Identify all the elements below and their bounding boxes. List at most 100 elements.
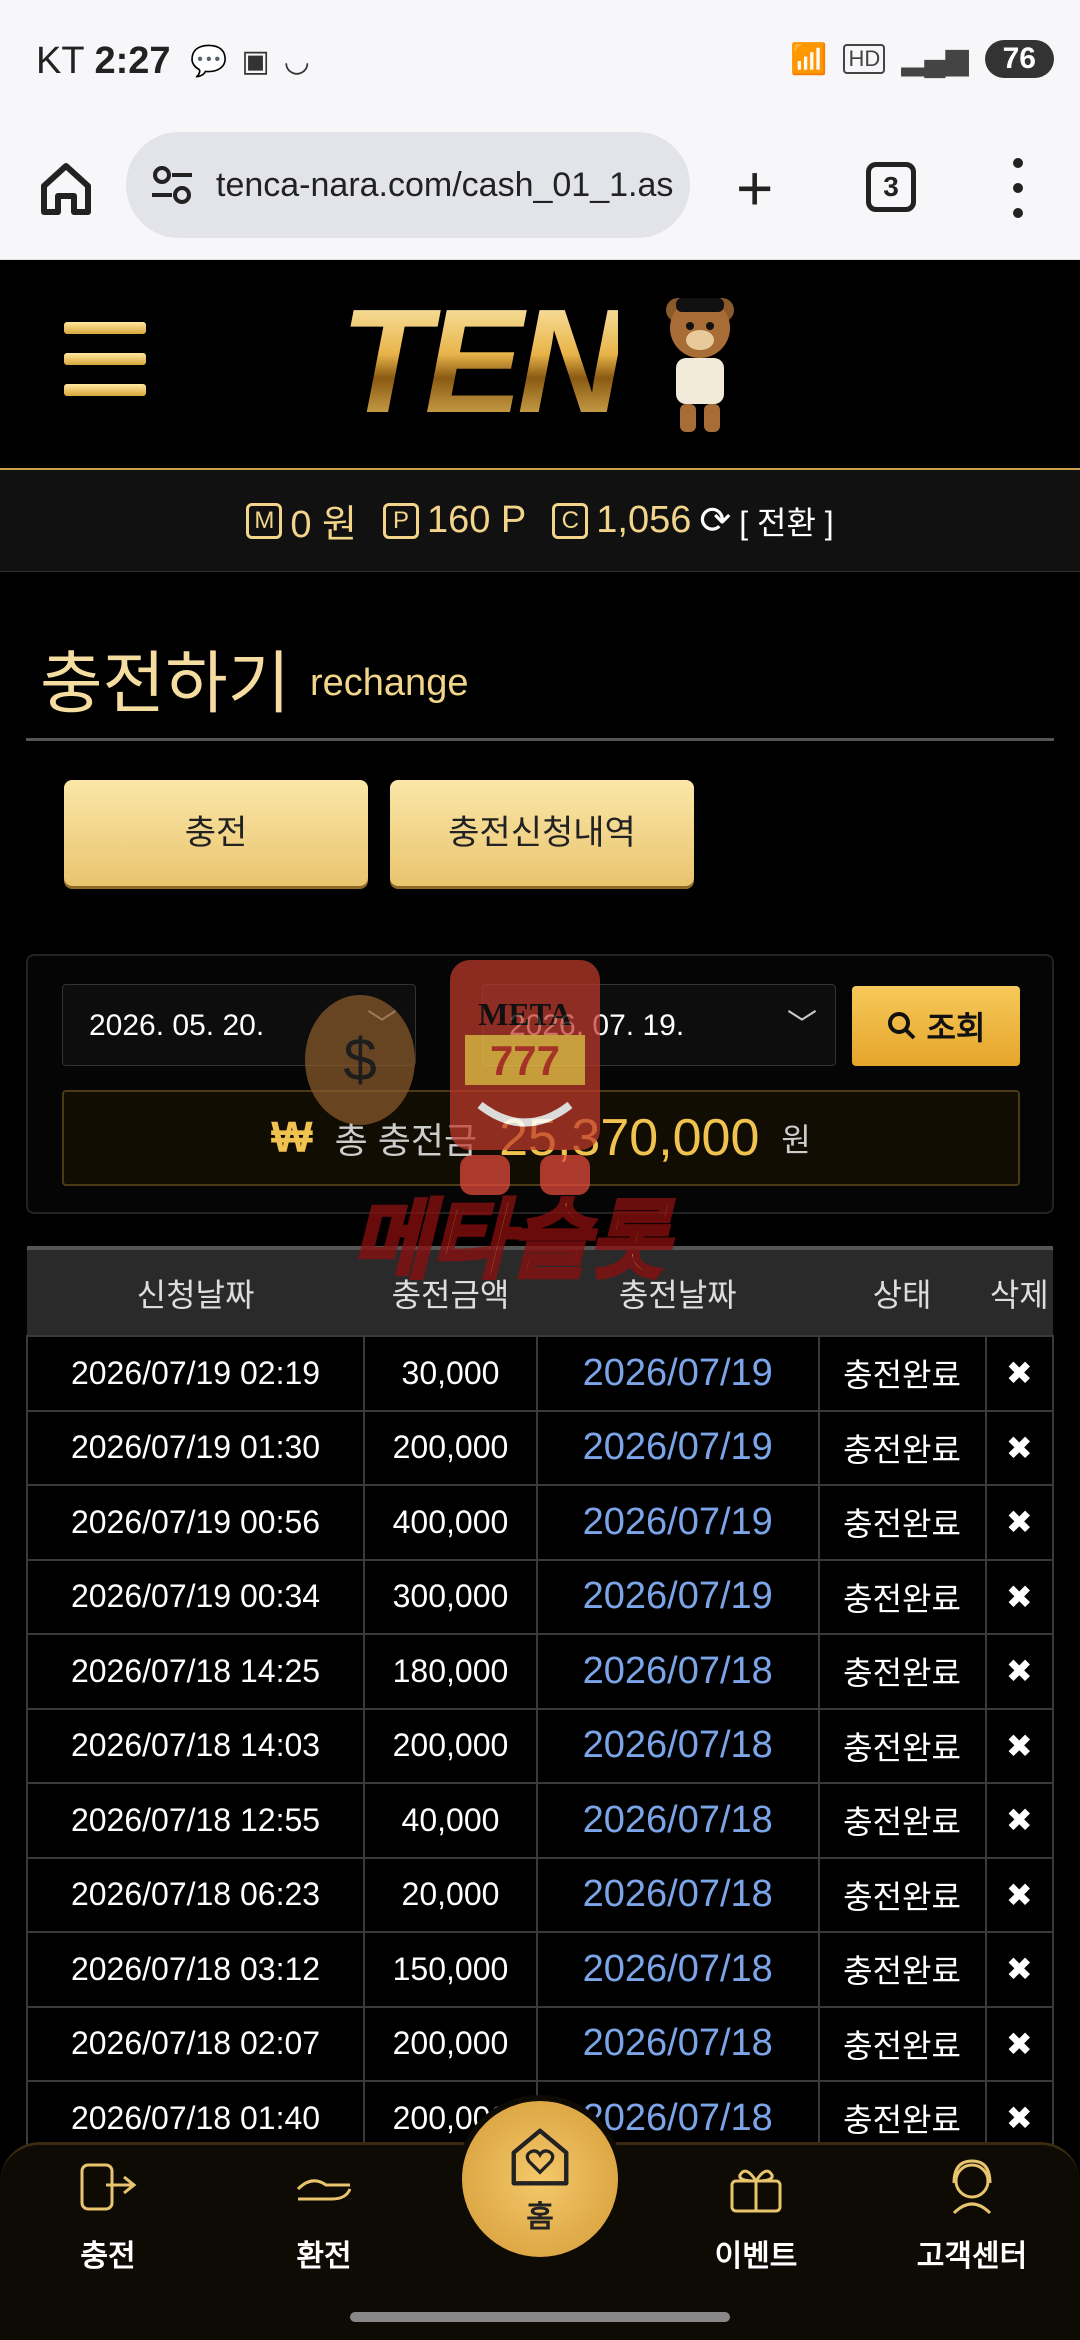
table-row: 2026/07/19 00:34 300,000 2026/07/19 충전완료 ✖ (25, 1558, 1055, 1635)
cell-amount: 180,000 (363, 1633, 538, 1710)
table-header-row: 신청날짜 충전금액 충전날짜 상태 삭제 (27, 1246, 1053, 1336)
new-tab-icon[interactable]: + (736, 156, 773, 220)
clock: 2:27 (94, 40, 171, 82)
chevron-down-icon: ﹀ (367, 1009, 397, 1042)
cell-charged-date[interactable]: 2026/07/18 (535, 1856, 820, 1933)
header-amount: 충전금액 (364, 1246, 537, 1336)
cell-charged-date[interactable]: 2026/07/18 (535, 1782, 820, 1859)
delete-icon[interactable]: ✖ (984, 1707, 1055, 1784)
cell-requested-date: 2026/07/18 06:23 (25, 1856, 366, 1933)
chevron-down-icon: ﹀ (787, 1009, 817, 1042)
site-header: TEN (0, 262, 1080, 468)
delete-icon[interactable]: ✖ (984, 1558, 1055, 1635)
cell-charged-date[interactable]: 2026/07/19 (535, 1484, 820, 1561)
cell-requested-date: 2026/07/19 00:56 (25, 1484, 366, 1561)
cell-amount: 40,000 (363, 1782, 538, 1859)
menu-icon[interactable] (64, 322, 146, 396)
date-to-value: 2026. 07. 19. (509, 1009, 685, 1042)
cell-amount: 300,000 (363, 1558, 538, 1635)
site-settings-icon[interactable] (150, 163, 194, 207)
cell-status: 충전완료 (817, 1335, 987, 1412)
status-carrier: KT 2:27 (36, 40, 171, 83)
won-icon: ₩ (271, 1113, 313, 1162)
nav-event-label: 이벤트 (714, 2240, 798, 2273)
cell-charged-date[interactable]: 2026/07/19 (535, 1409, 820, 1486)
cell-charged-date[interactable]: 2026/07/18 (535, 2005, 820, 2082)
more-menu-icon[interactable] (1008, 158, 1028, 218)
switch-button[interactable]: [ 전환 ] (739, 498, 833, 544)
table-row: 2026/07/18 06:23 20,000 2026/07/18 충전완료 ✖ (25, 1856, 1055, 1933)
table-row: 2026/07/19 00:56 400,000 2026/07/19 충전완료 ✖ (25, 1484, 1055, 1561)
nav-exchange-label: 환전 (296, 2240, 352, 2273)
bear-mascot-icon (666, 298, 734, 432)
nav-home-label: 홈 (526, 2201, 554, 2234)
cell-status: 충전완료 (817, 1856, 987, 1933)
delete-icon[interactable]: ✖ (984, 1484, 1055, 1561)
search-button[interactable]: 조회 (852, 986, 1020, 1066)
nav-exchange[interactable]: 환전 (244, 2155, 404, 2275)
cell-charged-date[interactable]: 2026/07/18 (535, 1633, 820, 1710)
cell-requested-date: 2026/07/18 12:55 (25, 1782, 366, 1859)
coin-balance: C 1,056 ⟳ [ 전환 ] (552, 498, 834, 544)
url-text[interactable]: tenca-nara.com/cash_01_1.as (216, 166, 686, 205)
cell-amount: 200,000 (363, 1707, 538, 1784)
table-row: 2026/07/18 03:12 150,000 2026/07/18 충전완료 ✖ (25, 1931, 1055, 2008)
point-balance: P 160 P (382, 499, 527, 542)
cell-amount: 20,000 (363, 1856, 538, 1933)
point-value: 160 P (426, 499, 527, 541)
delete-icon[interactable]: ✖ (984, 1335, 1055, 1412)
nav-home[interactable]: 홈 (456, 2095, 624, 2263)
delete-icon[interactable]: ✖ (984, 1931, 1055, 2008)
cell-status: 충전완료 (817, 1782, 987, 1859)
page-subtitle: rechange (310, 662, 469, 704)
nav-event[interactable]: 이벤트 (676, 2155, 836, 2275)
cell-requested-date: 2026/07/19 02:19 (25, 1335, 366, 1412)
cell-requested-date: 2026/07/18 02:07 (25, 2005, 366, 2082)
table-row: 2026/07/19 01:30 200,000 2026/07/19 충전완료 ✖ (25, 1409, 1055, 1486)
cell-charged-date[interactable]: 2026/07/18 (535, 1707, 820, 1784)
delete-icon[interactable]: ✖ (984, 1409, 1055, 1486)
cell-requested-date: 2026/07/18 14:03 (25, 1707, 366, 1784)
header-requested-date: 신청날짜 (27, 1246, 365, 1336)
title-divider (26, 738, 1054, 741)
app-icon: ◡ (283, 45, 310, 78)
header-status: 상태 (818, 1246, 986, 1336)
cell-amount: 200,000 (363, 2005, 538, 2082)
cell-amount: 150,000 (363, 1931, 538, 2008)
total-charge-summary: ₩ 총 충전금 25,370,000 원 (62, 1090, 1020, 1186)
cell-charged-date[interactable]: 2026/07/19 (535, 1558, 820, 1635)
charge-history-tab-button[interactable]: 충전신청내역 (390, 780, 694, 886)
table-row: 2026/07/18 14:03 200,000 2026/07/18 충전완료 ✖ (25, 1707, 1055, 1784)
cell-charged-date[interactable]: 2026/07/18 (535, 1931, 820, 2008)
cell-status: 충전완료 (817, 1707, 987, 1784)
table-row: 2026/07/19 02:19 30,000 2026/07/19 충전완료 ✖ (25, 1335, 1055, 1412)
delete-icon[interactable]: ✖ (984, 1633, 1055, 1710)
site-logo[interactable]: TEN (340, 282, 624, 442)
nav-charge-label: 충전 (80, 2240, 136, 2273)
delete-icon[interactable]: ✖ (984, 1782, 1055, 1859)
delete-icon[interactable]: ✖ (984, 1856, 1055, 1933)
header-charged-date: 충전날짜 (536, 1246, 819, 1336)
cell-charged-date[interactable]: 2026/07/19 (535, 1335, 820, 1412)
status-bar: KT 2:27 💬 ▣ ◡ 📶 HD ▂▄▆ 76 (0, 0, 1080, 130)
search-label: 조회 (926, 1010, 986, 1046)
date-from-select[interactable]: 2026. 05. 20. ﹀ (62, 984, 416, 1066)
coin-value: 1,056 (596, 499, 692, 541)
date-to-select[interactable]: 2026. 07. 19. ﹀ (482, 984, 836, 1066)
nav-charge[interactable]: 충전 (28, 2155, 188, 2275)
table-row: 2026/07/18 14:25 180,000 2026/07/18 충전완료 ✖ (25, 1633, 1055, 1710)
talk-icon: 💬 (190, 45, 228, 78)
date-from-value: 2026. 05. 20. (89, 1009, 265, 1042)
home-icon[interactable] (38, 158, 94, 218)
delete-icon[interactable]: ✖ (984, 2005, 1055, 2082)
balance-bar: M 0 원 P 160 P C 1,056 ⟳ [ 전환 ] (0, 468, 1080, 572)
home-heart-icon (511, 2128, 569, 2186)
tab-switcher-button[interactable]: 3 (866, 162, 916, 212)
signal-icon: ▂▄▆ (901, 42, 969, 76)
charge-tab-button[interactable]: 충전 (64, 780, 368, 886)
cell-requested-date: 2026/07/18 03:12 (25, 1931, 366, 2008)
nav-support[interactable]: 고객센터 (892, 2155, 1052, 2275)
refresh-icon[interactable]: ⟳ (699, 498, 731, 543)
support-icon (952, 2159, 992, 2215)
address-bar[interactable]: tenca-nara.com/cash_01_1.as (126, 132, 690, 238)
